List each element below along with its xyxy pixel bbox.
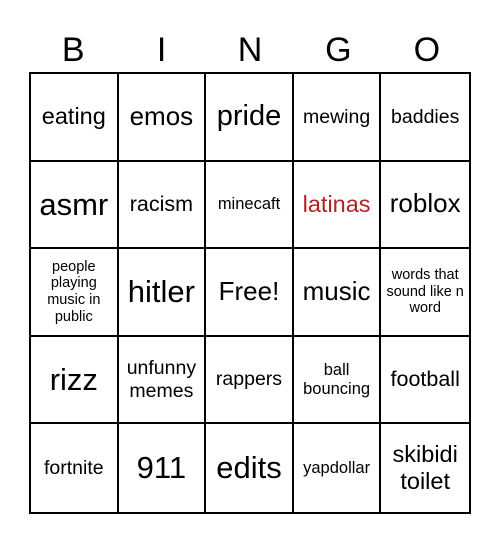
bingo-cell-label: baddies <box>391 105 460 128</box>
bingo-cell[interactable]: mewing <box>293 74 382 162</box>
bingo-cell-label: rizz <box>49 361 98 397</box>
bingo-cell[interactable]: edits <box>206 424 294 512</box>
bingo-cell[interactable]: people playing music in public <box>31 249 119 337</box>
bingo-cell-free[interactable]: Free! <box>206 249 294 337</box>
bingo-cell[interactable]: words that sound like n word <box>381 249 469 337</box>
bingo-cell-label: eating <box>41 103 106 130</box>
bingo-cell[interactable]: yapdollar <box>294 424 382 512</box>
bingo-cell-label: racism <box>129 192 194 217</box>
bingo-cell-label: asmr <box>39 186 109 222</box>
bingo-cell[interactable]: rappers <box>206 336 294 425</box>
bingo-cell[interactable]: roblox <box>381 162 469 250</box>
header-letter-b: B <box>61 31 85 69</box>
bingo-cell-label: people playing music in public <box>47 258 101 325</box>
bingo-cell-label: yapdollar <box>303 458 371 477</box>
bingo-cell[interactable]: hitler <box>118 249 207 337</box>
header-letter-o: O <box>413 31 441 69</box>
bingo-cell-label: words that sound like n word <box>386 266 464 317</box>
bingo-cell[interactable]: skibidi toilet <box>381 424 469 512</box>
bingo-cell-label: skibidi toilet <box>392 441 458 495</box>
bingo-header: B I N G O <box>29 28 471 72</box>
bingo-cell-label: football <box>390 367 460 392</box>
bingo-cell[interactable]: ball bouncing <box>293 336 382 425</box>
header-letter-i: I <box>156 31 167 69</box>
header-letter-n: N <box>237 31 263 69</box>
bingo-cell-label: fortnite <box>43 456 104 479</box>
bingo-cell-label: latinas <box>302 190 371 217</box>
bingo-cell-label: music <box>302 276 371 307</box>
bingo-cell[interactable]: eating <box>31 74 119 162</box>
bingo-cell[interactable]: asmr <box>31 161 119 250</box>
bingo-cell-label: minecaft <box>217 194 281 213</box>
bingo-cell[interactable]: rizz <box>31 336 119 425</box>
bingo-cell-label: pride <box>216 100 282 133</box>
bingo-cell[interactable]: latinas <box>293 161 382 250</box>
bingo-cell[interactable]: fortnite <box>31 424 119 512</box>
bingo-cell[interactable]: emos <box>118 74 207 162</box>
bingo-cell-label: roblox <box>389 188 461 219</box>
bingo-cell-label: ball bouncing <box>303 360 371 398</box>
bingo-cell[interactable]: baddies <box>381 74 469 162</box>
bingo-cell-label: 911 <box>136 450 187 486</box>
bingo-cell[interactable]: minecaft <box>206 161 294 250</box>
bingo-cell[interactable]: 911 <box>119 424 207 512</box>
bingo-cell-label: rappers <box>215 368 283 391</box>
bingo-cell[interactable]: unfunny memes <box>118 336 207 425</box>
bingo-cell-label: hitler <box>127 274 195 310</box>
bingo-cell[interactable]: music <box>293 249 382 337</box>
bingo-cell-label: mewing <box>302 105 371 128</box>
header-letter-g: G <box>325 31 352 69</box>
bingo-cell-label: edits <box>216 450 282 486</box>
bingo-cell[interactable]: football <box>381 337 469 425</box>
bingo-card-grid: eating emos pride mewing baddies asmr racism mi… <box>29 72 471 514</box>
bingo-cell-label: unfunny memes <box>126 357 197 402</box>
bingo-cell[interactable]: pride <box>206 74 294 162</box>
bingo-cell-label: emos <box>129 100 194 131</box>
bingo-cell[interactable]: racism <box>118 161 207 250</box>
bingo-cell-label: Free! <box>218 276 280 307</box>
